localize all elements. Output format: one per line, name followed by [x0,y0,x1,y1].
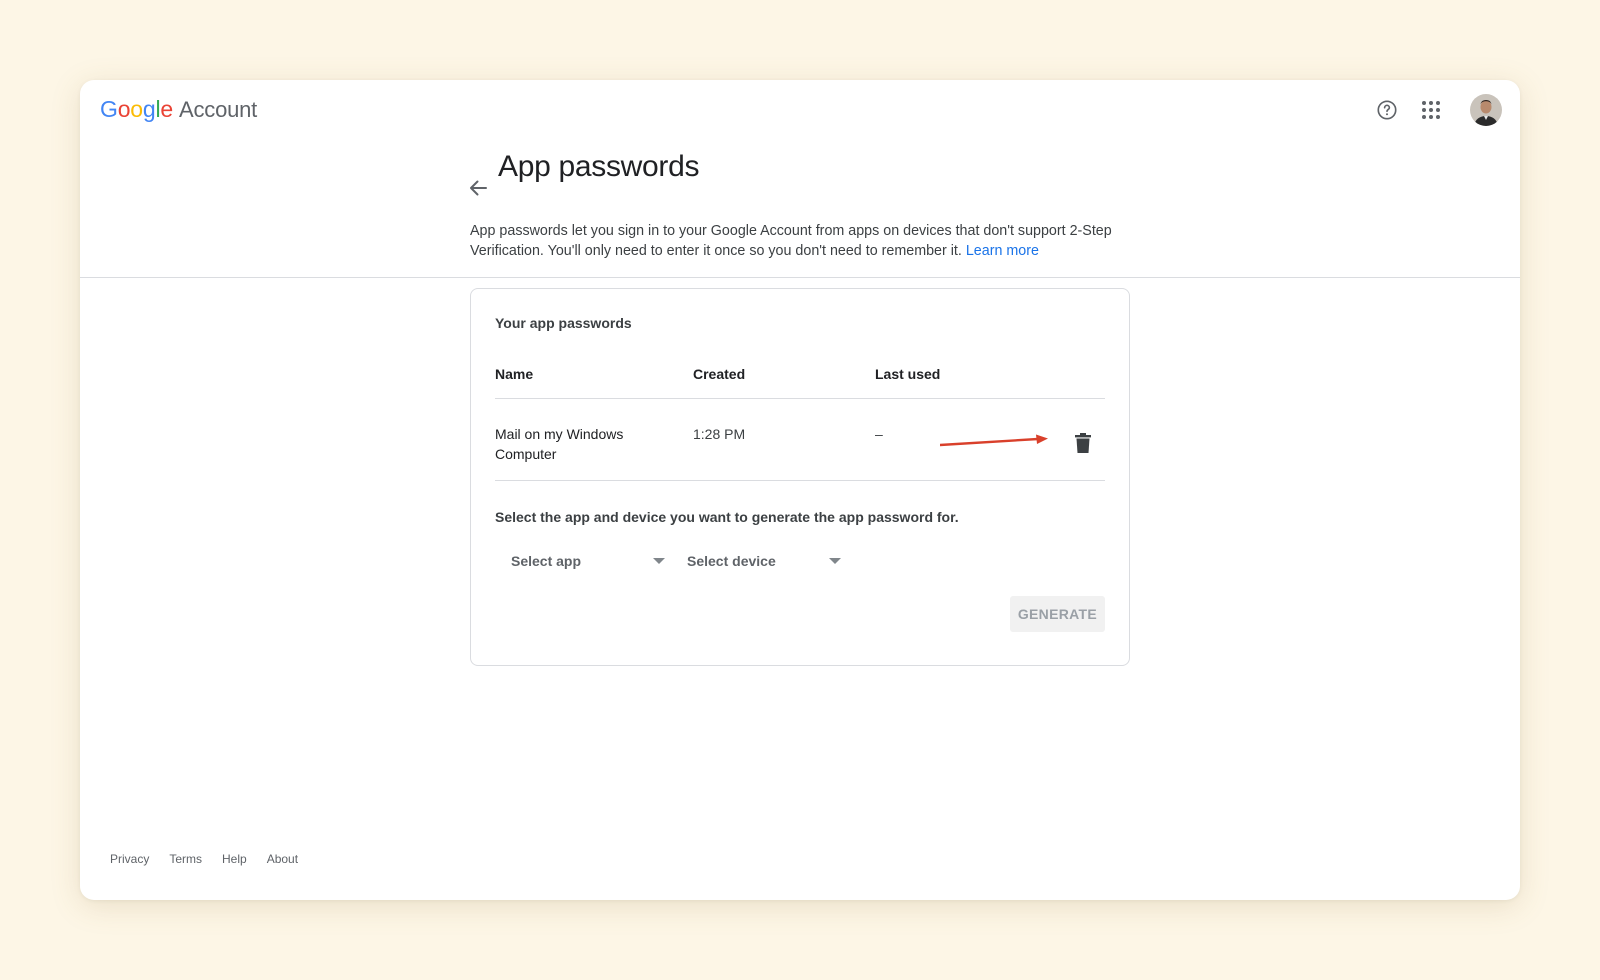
main-content: App passwords let you sign in to your Go… [470,221,1130,666]
select-app-dropdown[interactable]: Select app [495,543,671,579]
google-wordmark: Google [100,96,173,123]
logo-letter: e [160,96,173,122]
footer-link-about[interactable]: About [267,852,298,866]
chevron-down-icon [829,558,841,564]
footer-link-terms[interactable]: Terms [169,852,202,866]
help-icon[interactable] [1374,97,1400,123]
select-device-dropdown[interactable]: Select device [671,543,847,579]
annotation-arrow-icon [940,434,1048,447]
row-last-used: – [875,426,883,442]
delete-trash-icon[interactable] [1075,433,1091,453]
card-title: Your app passwords [495,315,632,331]
avatar[interactable] [1470,94,1502,126]
select-device-label: Select device [687,553,776,569]
top-icons [1374,94,1502,126]
logo-letter: G [100,96,118,122]
app-passwords-card: Your app passwords Name Created Last use… [470,288,1130,666]
browser-window: Google Account App passwords App passwor… [80,80,1520,900]
page-title: App passwords [498,150,700,183]
learn-more-link[interactable]: Learn more [966,243,1039,259]
top-bar: Google Account [80,80,1520,140]
column-header-last-used: Last used [875,366,941,382]
column-header-name: Name [495,366,534,382]
footer: Privacy Terms Help About [110,852,298,866]
logo-letter: o [130,96,143,122]
column-header-created: Created [693,366,746,382]
logo-account-text: Account [179,97,258,122]
table-header: Name Created Last used [495,351,1105,399]
footer-link-help[interactable]: Help [222,852,247,866]
select-instructions: Select the app and device you want to ge… [495,509,959,525]
description: App passwords let you sign in to your Go… [470,221,1130,261]
table-row: Mail on my Windows Computer 1:28 PM – [495,399,1105,481]
row-created: 1:28 PM [693,426,746,442]
apps-grid-icon[interactable] [1418,97,1444,123]
generate-button[interactable]: GENERATE [1009,596,1105,632]
google-account-logo[interactable]: Google Account [100,96,257,123]
back-arrow-icon[interactable] [466,176,490,200]
row-name: Mail on my Windows Computer [495,426,624,462]
chevron-down-icon [653,558,665,564]
select-app-label: Select app [511,553,582,569]
logo-letter: g [142,96,156,122]
logo-letter: o [117,96,131,122]
footer-link-privacy[interactable]: Privacy [110,852,149,866]
